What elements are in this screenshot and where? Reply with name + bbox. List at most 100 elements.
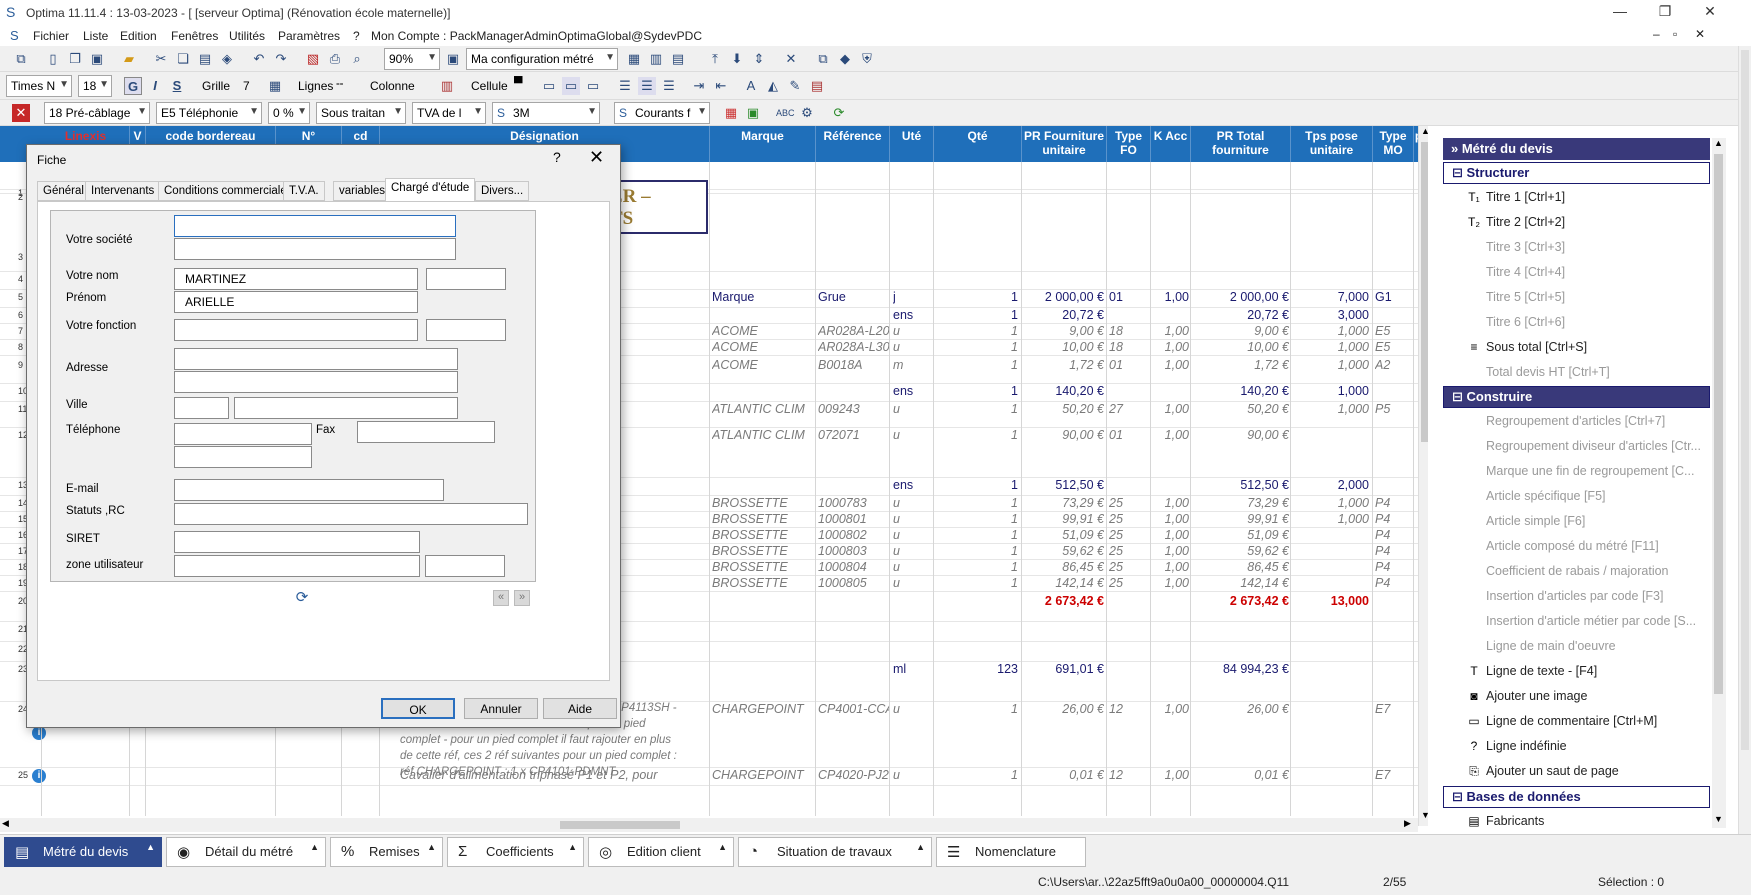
panel-scroll-down-icon[interactable]: ▼ [1714,814,1723,824]
cell-tfo[interactable]: 18 [1109,324,1149,338]
cell-tfo[interactable]: 25 [1109,496,1149,510]
fonction-field[interactable] [174,319,418,341]
cell-marque[interactable]: BROSSETTE [712,560,816,574]
cell-ref[interactable]: Grue [818,290,890,304]
cell-marque[interactable]: BROSSETTE [712,544,816,558]
cell-ute[interactable]: u [893,496,935,510]
fax-field[interactable] [357,421,495,443]
panel-item[interactable]: Article simple [F6] [1486,514,1585,528]
cell-marque[interactable]: BROSSETTE [712,512,816,526]
cell-qte[interactable]: 1 [936,768,1018,782]
bottom-tab[interactable]: ☰ Nomenclature [936,837,1086,867]
column-header[interactable]: K Acc [1151,126,1191,162]
cell-ute[interactable]: ens [893,384,935,398]
cell-ref[interactable]: CP4001-CCA [818,702,890,716]
cell-ute[interactable]: ens [893,478,935,492]
move-down-icon[interactable]: ⬇ [728,50,746,68]
panel-item[interactable]: Coefficient de rabais / majoration [1486,564,1669,578]
cell-prt[interactable]: 26,00 € [1193,702,1289,716]
lines-style-icon[interactable]: ╌ [336,77,343,91]
cell-tfo[interactable]: 25 [1109,576,1149,590]
cell-qte[interactable]: 1 [936,308,1018,322]
panel-item[interactable]: Insertion d'article métier par code [S..… [1486,614,1696,628]
cell-prt[interactable]: 2 000,00 € [1193,290,1289,304]
statuts-field[interactable] [174,503,528,525]
cell-ref[interactable]: 072071 [818,428,890,442]
panel-item[interactable]: Total devis HT [Ctrl+T] [1486,365,1610,379]
section-structurer[interactable]: ⊟ Structurer [1443,162,1710,184]
grid-a-icon[interactable]: ▦ [625,50,643,68]
column-header[interactable]: Marque [710,126,816,162]
settings-icon[interactable]: ⚙ [798,104,816,122]
grid-icon[interactable]: ▦ [266,77,284,95]
shield-icon[interactable]: ⛨ [858,50,876,68]
cut-icon[interactable]: ✂ [152,50,170,68]
cell-prt[interactable]: 20,72 € [1193,308,1289,322]
dialog-help-button[interactable]: ? [553,149,561,165]
nom-field[interactable]: MARTINEZ [174,268,418,290]
cell-prt[interactable]: 84 994,23 € [1193,662,1289,676]
section-bases[interactable]: ⊟ Bases de données [1443,786,1710,808]
cell-kacc[interactable]: 1,00 [1153,512,1189,526]
cell-qte[interactable]: 1 [936,340,1018,354]
cell-pru[interactable]: 73,29 € [1024,496,1104,510]
cell-pru[interactable]: 99,91 € [1024,512,1104,526]
cell-ute[interactable]: u [893,576,935,590]
cell-qte[interactable]: 1 [936,402,1018,416]
cell-pru[interactable]: 50,20 € [1024,402,1104,416]
cell-tmo[interactable]: P4 [1375,576,1413,590]
tools-icon[interactable]: ✕ [782,50,800,68]
cell-marque[interactable]: ATLANTIC CLIM [712,402,816,416]
cell-kacc[interactable]: 1,00 [1153,560,1189,574]
cell-qte[interactable]: 1 [936,478,1018,492]
cell-desig4[interactable]: de cette réf, ces 2 réf suivantes pour u… [400,750,710,762]
grid-b-icon[interactable]: ▥ [647,50,665,68]
close-window-button[interactable]: ✕ [1690,3,1730,23]
align-left-icon[interactable]: ☰ [616,77,634,95]
cell-tfo[interactable]: 12 [1109,702,1149,716]
cell-ute[interactable]: u [893,512,935,526]
cell-ref[interactable]: AR028A-L20 [818,324,890,338]
cell-tps[interactable]: 7,000 [1293,290,1369,304]
cell-desig3[interactable]: complet - pour un pied complet il faut r… [400,734,710,746]
font-select[interactable]: Times N ▼ [6,75,72,97]
panel-scrollbar[interactable]: ▲ ▼ [1712,138,1726,828]
cell-marque[interactable]: CHARGEPOINT [712,702,816,716]
cell-pru[interactable]: 10,00 € [1024,340,1104,354]
cell-qte[interactable]: 1 [936,324,1018,338]
cell-kacc[interactable]: 1,00 [1153,402,1189,416]
save-icon[interactable]: ▣ [88,50,106,68]
panel-item[interactable]: Titre 1 [Ctrl+1] [1486,190,1565,204]
menu-parametres[interactable]: Paramètres [278,29,340,43]
section-construire[interactable]: ⊟ Construire [1443,386,1710,408]
tva-rate-select[interactable]: 0 % ▼ [268,102,310,124]
restore-button[interactable]: ❐ [1645,3,1685,23]
cell-kacc[interactable]: 1,00 [1153,340,1189,354]
cell-pru[interactable]: 512,50 € [1024,478,1104,492]
cell-qte[interactable]: 1 [936,544,1018,558]
aide-button[interactable]: Aide [543,698,617,719]
cell-ref[interactable]: 1000803 [818,544,890,558]
window-scroll-thumb[interactable] [1741,50,1749,750]
column-header[interactable]: Tps pose unitaire [1291,126,1373,162]
sub-close-button[interactable]: ✕ [1695,27,1705,41]
prenom-field[interactable]: ARIELLE [174,291,418,313]
windows-icon[interactable]: ⧉ [12,50,30,68]
color-palette-icon[interactable]: ▦ [722,104,740,122]
dialog-close-button[interactable]: ✕ [589,147,604,168]
cell-marque[interactable]: BROSSETTE [712,576,816,590]
cell-ref[interactable]: 1000783 [818,496,890,510]
panel-item[interactable]: Insertion d'articles par code [F3] [1486,589,1663,603]
panel-item[interactable]: Marque une fin de regroupement [C... [1486,464,1694,478]
cell-tfo[interactable]: 01 [1109,428,1149,442]
cell-ref[interactable]: CP4020-PJ2 [818,768,890,782]
cell-marque[interactable]: Marque [712,290,816,304]
bold-button[interactable]: G [124,77,142,95]
cell-ute[interactable]: u [893,428,935,442]
siret-field[interactable] [174,531,420,553]
cell-tps[interactable]: 1,000 [1293,358,1369,372]
tab-expand-icon[interactable]: ▲ [568,842,577,852]
paste-icon[interactable]: ▤ [196,50,214,68]
dialog-tab[interactable]: Conditions commerciales [158,181,299,201]
column-header[interactable]: PR Total fourniture [1191,126,1291,162]
